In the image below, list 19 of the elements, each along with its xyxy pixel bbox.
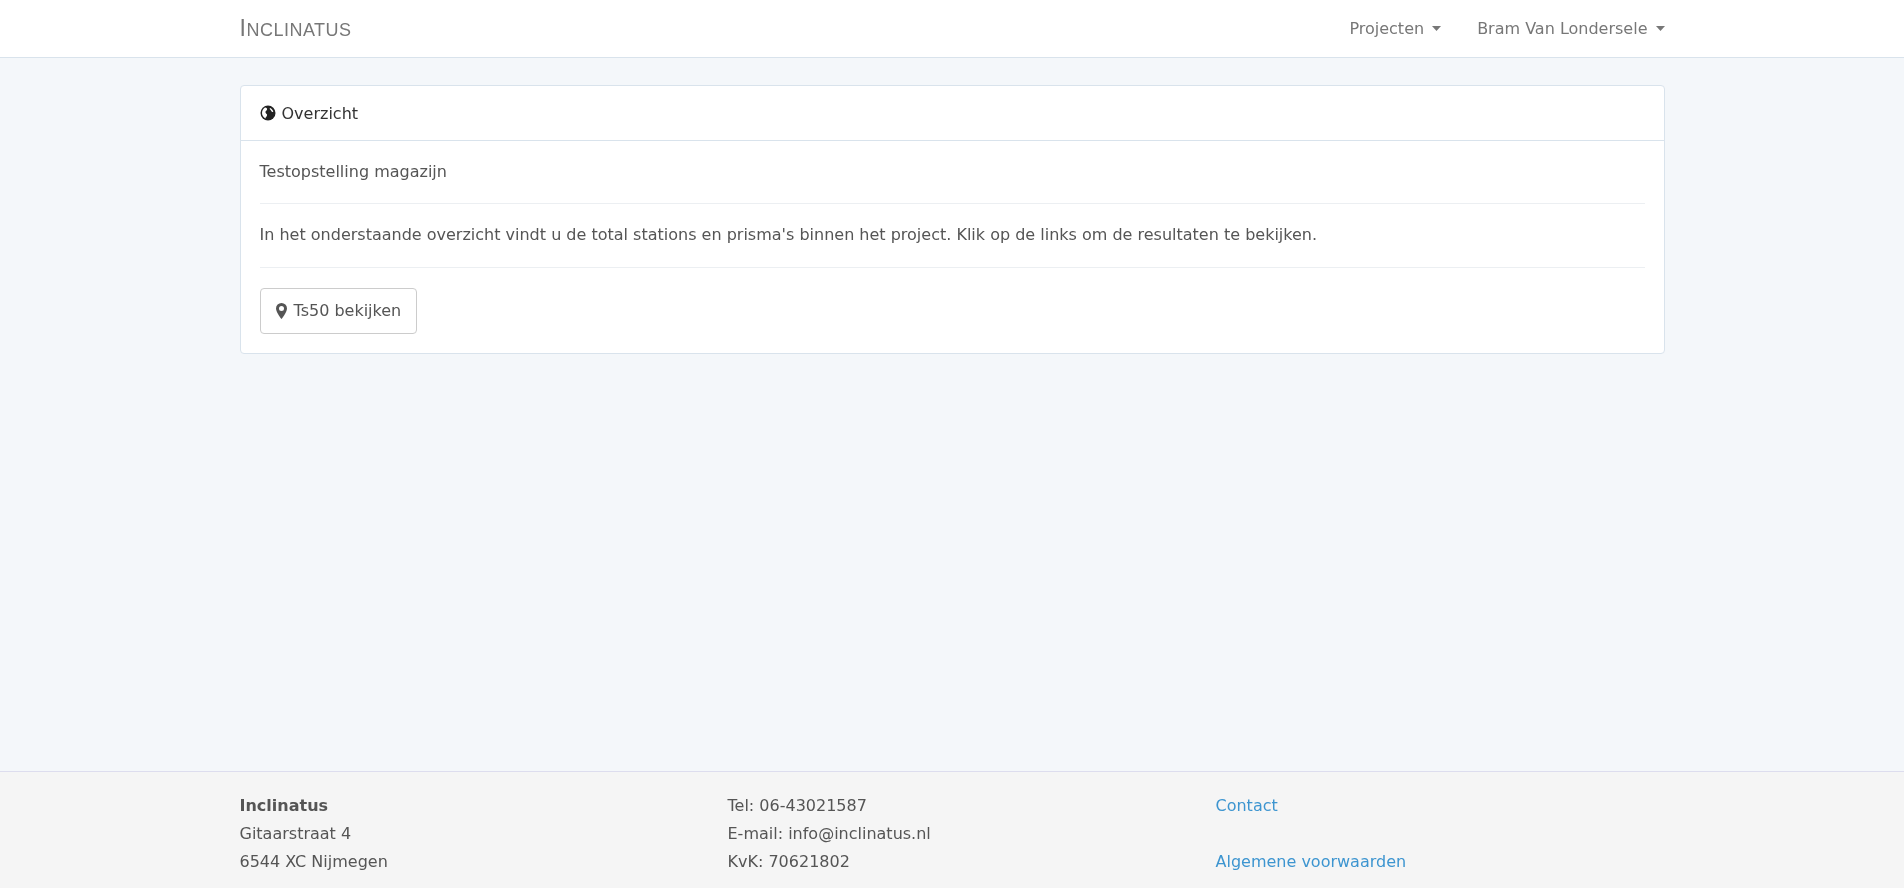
caret-icon [1655,26,1665,31]
dropdown-menu[interactable]: Projecten [1349,19,1442,38]
project-name: Testopstelling magazijn [259,161,448,183]
contact-info: Tel: 06-43021587 [727,795,868,817]
city-address: 6544 XC Nijmegen [239,851,389,873]
company-name: Inclinatus [239,795,330,817]
panel-title: Overzicht [281,103,359,123]
description-text: In het onderstaande overzicht vindt u de total stations en prisma's binnen het project. Klik op de links om de resultaten te bekijken. [259,224,1319,247]
map-pin-icon [275,302,287,319]
brand-logo[interactable]: INCLINATUS [239,15,352,42]
footer-link[interactable]: Algemene voorwaarden [1215,848,1665,876]
street-address: Gitaarstraat 4 [239,823,353,845]
contact-info: E-mail: info@inclinatus.nl [727,823,932,845]
footer-link[interactable]: Contact [1215,792,1665,820]
view-station-button[interactable]: Ts50 bekijken [259,287,418,334]
contact-info: KvK: 70621802 [727,851,851,873]
globe-icon [259,105,276,121]
dropdown-menu[interactable]: Bram Van Londersele [1477,19,1665,38]
caret-icon [1432,26,1442,31]
